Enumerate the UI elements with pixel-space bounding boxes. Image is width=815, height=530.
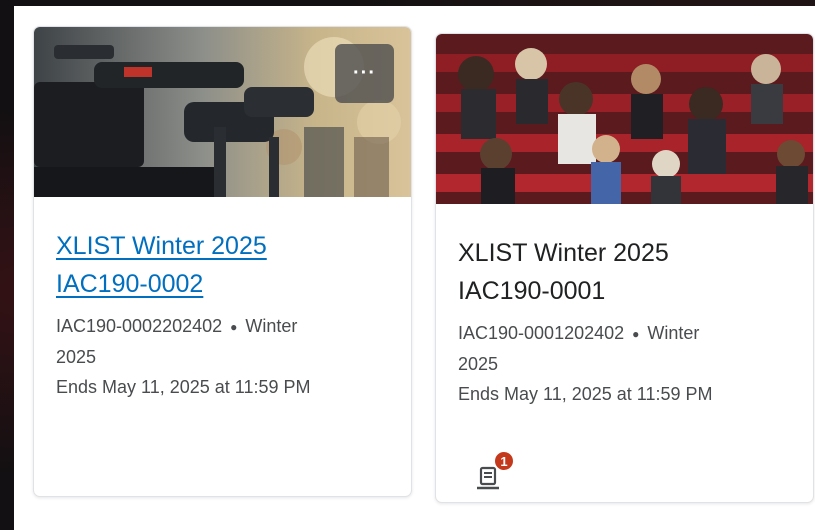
assignment-notification-button[interactable]: 1 bbox=[474, 450, 515, 494]
separator-bullet: ● bbox=[230, 320, 238, 335]
more-options-button[interactable]: ··· bbox=[335, 44, 394, 103]
course-semester-year: 2025 bbox=[56, 347, 97, 368]
separator-bullet: ● bbox=[632, 327, 640, 342]
course-title-line-2[interactable]: IAC190-0002 bbox=[56, 270, 203, 298]
course-title-line-1[interactable]: XLIST Winter 2025 bbox=[56, 232, 267, 260]
course-title[interactable]: XLIST Winter 2025 IAC190-0001 bbox=[458, 234, 791, 310]
more-options-icon: ··· bbox=[353, 62, 376, 84]
course-image[interactable] bbox=[436, 34, 813, 204]
course-code: IAC190-0002202402 bbox=[56, 316, 223, 336]
audience-image bbox=[436, 34, 813, 204]
course-end-date: Ends May 11, 2025 at 11:59 PM bbox=[56, 377, 311, 398]
course-title-line-2[interactable]: IAC190-0001 bbox=[458, 277, 605, 305]
course-semester: Winter bbox=[647, 323, 700, 343]
course-card[interactable]: XLIST Winter 2025 IAC190-0001 IAC190-000… bbox=[435, 33, 814, 503]
course-title-link[interactable]: XLIST Winter 2025 IAC190-0002 bbox=[56, 227, 389, 303]
course-meta: IAC190-0001202402 ● Winter 2025 Ends May 1… bbox=[458, 318, 791, 409]
course-card[interactable]: ··· XLIST Winter 2025 IAC190-0002 IAC190… bbox=[33, 26, 412, 497]
course-end-date: Ends May 11, 2025 at 11:59 PM bbox=[458, 384, 713, 405]
course-semester-year: 2025 bbox=[458, 354, 499, 375]
notification-badge: 1 bbox=[493, 450, 515, 472]
course-image[interactable]: ··· bbox=[34, 27, 411, 197]
course-title-line-1[interactable]: XLIST Winter 2025 bbox=[458, 239, 669, 267]
course-meta: IAC190-0002202402 ● Winter 2025 Ends May 1… bbox=[56, 311, 389, 402]
course-semester: Winter bbox=[245, 316, 298, 336]
course-code: IAC190-0001202402 bbox=[458, 323, 625, 343]
